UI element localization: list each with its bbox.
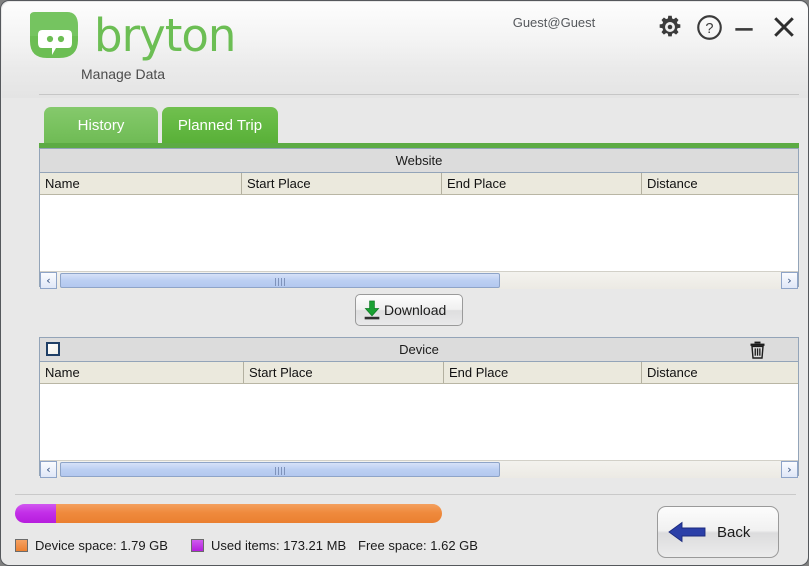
scroll-grip-icon (275, 278, 285, 286)
storage-used-segment (15, 504, 56, 523)
help-button[interactable]: ? (692, 10, 726, 44)
website-table-body[interactable] (40, 195, 798, 271)
settings-button[interactable] (653, 10, 687, 44)
minimize-icon (735, 28, 753, 31)
website-table: Website Name Start Place End Place Dista… (39, 148, 799, 289)
delete-selected-button[interactable] (749, 341, 766, 359)
website-col-start-place[interactable]: Start Place (242, 173, 442, 194)
website-caption-label: Website (395, 153, 443, 168)
tab-history-label: History (77, 116, 125, 134)
close-icon (774, 17, 794, 37)
device-col-start-place[interactable]: Start Place (244, 362, 444, 383)
title-bar: bryton Manage Data Guest@Guest ? (2, 2, 808, 98)
legend-used-items-label: Used items: 173.21 MB (211, 538, 347, 553)
website-col-end-place[interactable]: End Place (442, 173, 642, 194)
website-table-caption: Website (40, 149, 798, 173)
legend-used-items: Used items: 173.21 MB (191, 538, 346, 553)
device-table-header-row: Name Start Place End Place Distance (40, 362, 798, 384)
scroll-grip-icon (275, 467, 285, 475)
tab-planned-trip-label: Planned Trip (177, 116, 263, 134)
svg-text:?: ? (705, 21, 713, 37)
bryton-logo-icon (30, 12, 78, 58)
download-arrow-icon (364, 300, 380, 320)
website-table-header-row: Name Start Place End Place Distance (40, 173, 798, 195)
back-button[interactable]: Back (657, 506, 779, 558)
chevron-right-icon: › (787, 463, 792, 476)
header-divider (39, 94, 799, 95)
close-button[interactable] (767, 10, 801, 44)
device-scroll-right-button[interactable]: › (781, 461, 798, 478)
chevron-right-icon: › (787, 274, 792, 287)
trash-icon (750, 341, 765, 359)
website-hscrollbar[interactable]: ‹ › (40, 271, 798, 289)
device-select-all-checkbox[interactable] (46, 342, 60, 356)
device-hscrollbar[interactable]: ‹ › (40, 460, 798, 478)
device-scroll-left-button[interactable]: ‹ (40, 461, 57, 478)
website-scroll-right-button[interactable]: › (781, 272, 798, 289)
tab-bar: History Planned Trip (1, 107, 808, 147)
back-button-label: Back (717, 523, 751, 541)
device-table: Device Name Start Place End Place Distan… (39, 337, 799, 478)
user-account-label: Guest@Guest (512, 15, 596, 30)
tab-history[interactable]: History (44, 107, 158, 143)
storage-progress-bar (15, 504, 442, 523)
storage-free-segment (55, 504, 442, 523)
chevron-left-icon: ‹ (46, 274, 51, 287)
legend-device-space-label: Device space: 1.79 GB (35, 538, 168, 553)
website-col-distance[interactable]: Distance (642, 173, 798, 194)
device-col-name[interactable]: Name (40, 362, 244, 383)
legend-swatch-device-icon (15, 539, 28, 552)
help-question-icon: ? (696, 14, 722, 40)
website-scroll-thumb[interactable] (60, 273, 500, 288)
legend-free-space: Free space: 1.62 GB (358, 538, 478, 553)
legend-device-space: Device space: 1.79 GB (15, 538, 168, 553)
minimize-button[interactable] (727, 10, 761, 44)
device-scroll-thumb[interactable] (60, 462, 500, 477)
gear-icon (659, 15, 681, 37)
legend-swatch-used-icon (191, 539, 204, 552)
download-button-label: Download (384, 302, 447, 318)
website-scroll-left-button[interactable]: ‹ (40, 272, 57, 289)
device-table-body[interactable] (40, 384, 798, 460)
back-arrow-icon (668, 521, 706, 543)
device-caption-label: Device (399, 342, 439, 357)
footer-divider (15, 494, 796, 495)
device-col-distance[interactable]: Distance (642, 362, 798, 383)
download-button[interactable]: Download (355, 294, 463, 326)
website-col-name[interactable]: Name (40, 173, 242, 194)
device-col-end-place[interactable]: End Place (444, 362, 642, 383)
page-title: Manage Data (81, 66, 166, 82)
legend-free-space-label: Free space: 1.62 GB (358, 538, 478, 553)
app-window: bryton Manage Data Guest@Guest ? History… (0, 0, 809, 566)
brand-wordmark: bryton (94, 9, 236, 62)
tab-planned-trip[interactable]: Planned Trip (162, 107, 278, 143)
device-table-caption: Device (40, 338, 798, 362)
chevron-left-icon: ‹ (46, 463, 51, 476)
